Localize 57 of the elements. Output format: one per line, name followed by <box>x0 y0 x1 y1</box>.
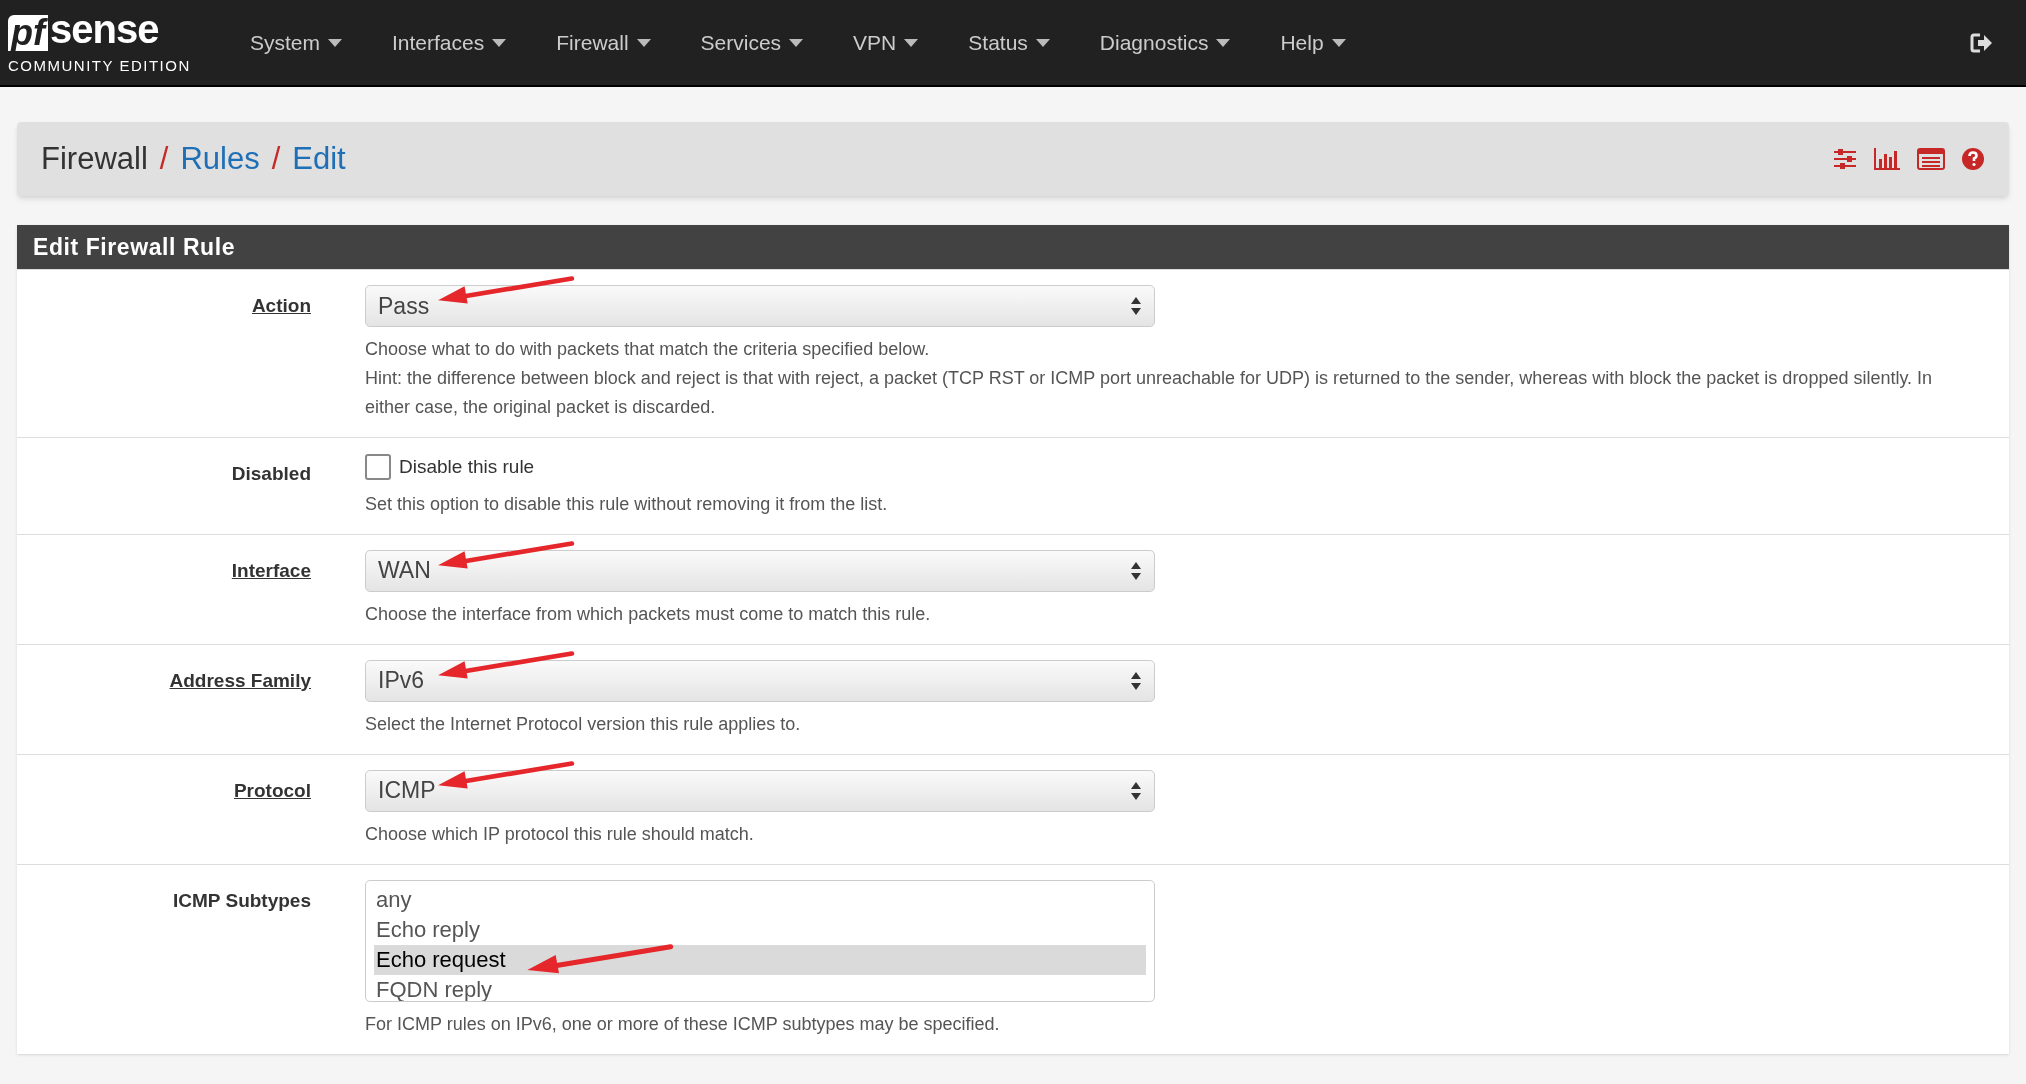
checkbox-label: Disable this rule <box>399 455 535 479</box>
nav-menu[interactable]: System <box>250 26 342 59</box>
breadcrumb-link[interactable]: Edit <box>292 135 346 183</box>
logo[interactable]: pfsense <box>8 7 230 52</box>
breadcrumb-separator: / <box>159 139 169 178</box>
list-option[interactable]: FQDN reply <box>374 974 1146 1001</box>
nav-menu[interactable]: Firewall <box>556 26 651 59</box>
list-option[interactable]: any <box>374 884 1146 915</box>
sliders-icon[interactable] <box>1833 147 1857 171</box>
up-down-arrows-icon <box>1130 560 1142 581</box>
help-text: Choose the interface from which packets must come to match this rule. <box>365 602 932 626</box>
nav-menu[interactable]: Diagnostics <box>1099 26 1231 59</box>
field-label: ICMP Subtypes <box>173 889 311 911</box>
field-label: Interface <box>231 559 311 581</box>
help-text: For ICMP rules on IPv6, one or more of these ICMP subtypes may be specified. <box>365 1012 1001 1036</box>
nav-menu[interactable]: Help <box>1280 26 1346 59</box>
breadcrumb-link[interactable]: Rules <box>180 135 260 183</box>
help-text: Set this option to disable this rule without removing it from the list. <box>365 492 889 516</box>
up-down-arrows-icon <box>1130 670 1142 691</box>
help-text: Choose which IP protocol this rule should match. <box>365 822 755 846</box>
caret-icon <box>328 38 342 47</box>
field-label: Action <box>251 295 311 316</box>
caret-icon <box>904 38 919 47</box>
dropdown-select[interactable]: Pass <box>365 285 1155 327</box>
up-down-arrows-icon <box>1130 780 1142 801</box>
help-text: Select the Internet Protocol version this rule applies to. <box>365 712 802 736</box>
caret-icon <box>1331 38 1346 47</box>
nav-menu[interactable]: VPN <box>853 26 919 59</box>
nav-menu[interactable]: Status <box>968 26 1050 59</box>
caret-icon <box>1035 38 1050 47</box>
checkbox[interactable] <box>365 454 391 481</box>
dropdown-select[interactable]: IPv6 <box>365 659 1155 702</box>
logout-icon[interactable] <box>1970 32 1994 53</box>
dropdown-select[interactable]: ICMP <box>365 769 1155 812</box>
multi-select-list[interactable]: any Echo reply Echo request FQDN reply <box>365 879 1155 1002</box>
help-text: Choose what to do with packets that match the criteria specified below. <box>365 338 931 361</box>
caret-icon <box>1216 38 1231 47</box>
breadcrumb-text: Firewall <box>41 139 148 178</box>
list-option[interactable]: Echo reply <box>374 914 1146 945</box>
caret-icon <box>636 38 651 47</box>
help-text: Hint: the difference between block and reject is that with reject, a packet (TCP RST or ICMP port unreachable for UDP) is returned to the sender, whereas with block the packet is dropped silently. In either case, the original packet is discarded. <box>365 367 1934 419</box>
list-option[interactable]: Echo request <box>374 944 1146 975</box>
field-label: Address Family <box>169 669 311 691</box>
dropdown-select[interactable]: WAN <box>365 549 1155 592</box>
field-label: Disabled <box>231 463 311 484</box>
caret-icon <box>789 38 804 47</box>
caret-icon <box>492 38 507 47</box>
nav-menu[interactable]: Services <box>700 26 804 59</box>
edition-text: COMMUNITY EDITION <box>8 56 192 77</box>
breadcrumb-separator: / <box>271 139 281 178</box>
bar-chart-icon[interactable] <box>1873 147 1901 171</box>
panel-heading: Edit Firewall Rule <box>17 225 2009 269</box>
up-down-arrows-icon <box>1130 296 1142 316</box>
field-label: Protocol <box>233 779 311 801</box>
list-icon[interactable] <box>1917 148 1945 170</box>
help-icon[interactable] <box>1961 147 1985 171</box>
nav-menu[interactable]: Interfaces <box>392 26 507 59</box>
